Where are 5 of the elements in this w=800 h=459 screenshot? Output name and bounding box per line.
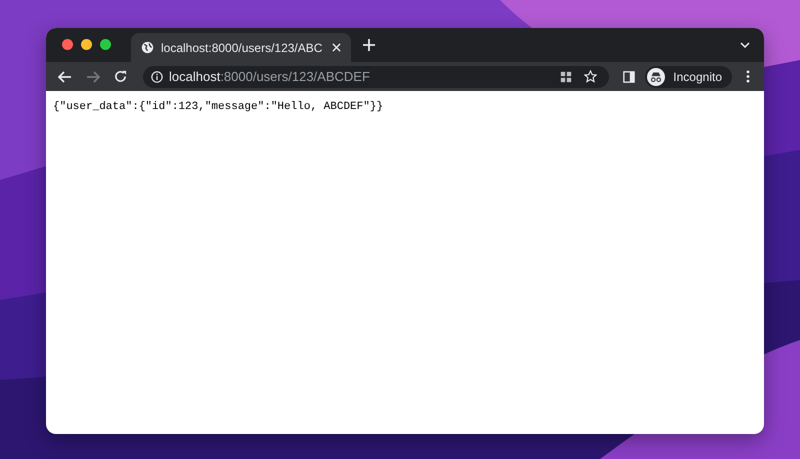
incognito-profile-button[interactable]: Incognito <box>645 66 732 88</box>
json-text: {"user_data":{"id":123,"message":"Hello, ABCDEF"}} <box>53 101 384 113</box>
tab-title: localhost:8000/users/123/ABC <box>161 40 324 54</box>
address-field[interactable]: localhost:8000/users/123/ABCDEF <box>143 66 610 88</box>
browser-tab[interactable]: localhost:8000/users/123/ABC <box>131 33 351 62</box>
